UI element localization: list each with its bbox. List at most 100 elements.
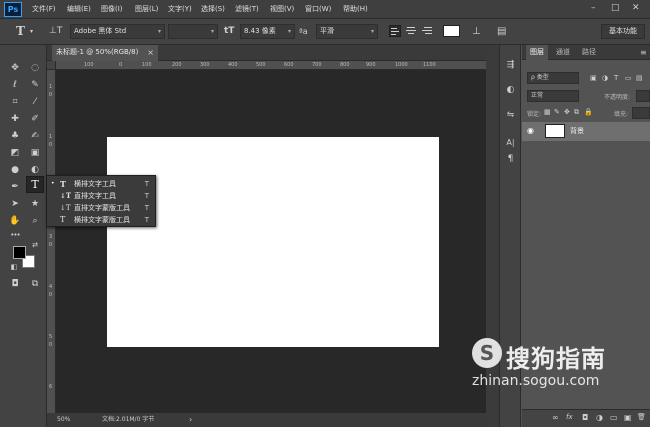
menu-image[interactable]: 图像(I) [101, 4, 123, 14]
default-colors-icon[interactable]: ◧ [9, 263, 19, 271]
marquee-tool-icon[interactable]: ◌ [27, 61, 43, 75]
menu-file[interactable]: 文件(F) [32, 4, 56, 14]
link-layers-icon[interactable]: ∞ [552, 413, 559, 422]
panel-menu-icon[interactable]: ≡ [640, 45, 647, 60]
font-family-select[interactable]: Adobe 黑体 Std ▾ [70, 24, 165, 39]
menu-select[interactable]: 选择(S) [201, 4, 225, 14]
lock-transparent-icon[interactable]: ▦ [544, 108, 551, 116]
trash-icon[interactable]: 🗑 [637, 413, 646, 421]
lock-all-icon[interactable]: 🔒 [584, 108, 593, 116]
layer-filter-select[interactable]: ρ 类型 [527, 72, 579, 84]
blur-tool-icon[interactable]: ● [7, 163, 23, 177]
tab-channels[interactable]: 通道 [556, 45, 570, 60]
pen-tool-icon[interactable]: ✒ [7, 180, 23, 194]
history-panel-icon[interactable]: ⇶ [503, 58, 518, 72]
adjustments-panel-icon[interactable]: ◐ [503, 83, 518, 97]
zoom-level[interactable]: 50% [57, 413, 70, 427]
quick-mask-icon[interactable]: ◘ [7, 277, 23, 291]
layer-style-icon[interactable]: fx [566, 413, 573, 421]
menu-filter[interactable]: 滤镜(T) [235, 4, 259, 14]
font-style-select[interactable]: ▾ [168, 24, 218, 39]
close-icon[interactable]: × [147, 45, 154, 60]
chevron-down-icon[interactable]: ▾ [30, 24, 33, 39]
lock-artboard-icon[interactable]: ⧉ [574, 108, 579, 117]
filter-pixel-icon[interactable]: ▣ [590, 74, 597, 82]
edit-toolbar-icon[interactable]: ••• [7, 228, 23, 242]
close-window-button[interactable]: ✕ [632, 3, 640, 13]
minimize-button[interactable]: – [591, 3, 596, 13]
dodge-tool-icon[interactable]: ◐ [27, 163, 43, 177]
history-brush-tool-icon[interactable]: ✍ [27, 129, 43, 143]
filter-type-icon[interactable]: T [614, 74, 618, 82]
tab-layers[interactable]: 图层 [526, 45, 548, 60]
document-canvas[interactable] [107, 137, 439, 347]
text-color-swatch[interactable] [443, 25, 460, 37]
brush-tool-icon[interactable]: ✐ [27, 112, 43, 126]
character-panel-icon[interactable]: A| [503, 136, 518, 150]
layer-name[interactable]: 背景 [570, 126, 584, 136]
menu-view[interactable]: 视图(V) [270, 4, 294, 14]
align-right-button[interactable] [421, 25, 433, 37]
filter-smart-icon[interactable]: ▤ [636, 74, 643, 82]
horizontal-ruler[interactable]: 100 0 100 200 300 400 500 600 700 800 90… [56, 61, 486, 70]
document-tab[interactable]: 未标题-1 @ 50%(RGB/8) × [52, 45, 158, 61]
toolbox: ✥ ◌ ℓ ✎ ⌗ ⁄ ✚ ✐ ♣ ✍ ◩ ▣ ● ◐ ✒ T ➤ ★ ✋ ⌕ … [0, 45, 47, 427]
eye-icon[interactable]: ◉ [527, 126, 534, 135]
type-tool-icon[interactable]: T [26, 176, 44, 193]
move-tool-icon[interactable]: ✥ [7, 61, 23, 75]
clone-stamp-tool-icon[interactable]: ♣ [7, 129, 23, 143]
quick-select-tool-icon[interactable]: ✎ [27, 78, 43, 92]
flyout-item-vertical-type[interactable]: ↓T 直排文字工具 T [47, 190, 155, 202]
status-menu-arrow-icon[interactable]: › [189, 413, 192, 427]
flyout-item-horizontal-type[interactable]: • T 横排文字工具 T [47, 178, 155, 190]
properties-panel-icon[interactable]: ⇋ [503, 108, 518, 122]
ruler-tick: 1000 [395, 62, 408, 68]
blend-mode-select[interactable]: 正常 [527, 90, 579, 102]
pasteboard[interactable] [56, 70, 486, 413]
warp-text-icon[interactable]: ⊥ [472, 24, 481, 39]
maximize-button[interactable]: □ [611, 3, 620, 13]
paragraph-panel-icon[interactable]: ¶ [503, 152, 518, 166]
flyout-item-horizontal-type-mask[interactable]: T 横排文字蒙版工具 T [47, 214, 155, 226]
new-adjustment-icon[interactable]: ◑ [596, 413, 603, 422]
menu-layer[interactable]: 图层(L) [135, 4, 158, 14]
vertical-ruler[interactable]: 1 0 1 0 2 0 3 0 4 0 5 0 6 [47, 70, 56, 413]
workspace-select[interactable]: 基本功能 [601, 24, 645, 39]
menu-edit[interactable]: 编辑(E) [67, 4, 91, 14]
gradient-tool-icon[interactable]: ▣ [27, 146, 43, 160]
fill-input[interactable] [632, 107, 650, 119]
menu-help[interactable]: 帮助(H) [343, 4, 368, 14]
filter-shape-icon[interactable]: ▭ [625, 74, 632, 82]
character-panel-icon[interactable]: ▤ [497, 24, 506, 39]
menu-type[interactable]: 文字(Y) [168, 4, 192, 14]
align-left-button[interactable] [389, 25, 401, 37]
menu-window[interactable]: 窗口(W) [305, 4, 331, 14]
screen-mode-icon[interactable]: ⧉ [27, 277, 43, 291]
foreground-color-swatch[interactable] [13, 246, 26, 259]
align-center-button[interactable] [405, 25, 417, 37]
tab-paths[interactable]: 路径 [582, 45, 596, 60]
new-layer-icon[interactable]: ▣ [624, 413, 632, 422]
hand-tool-icon[interactable]: ✋ [7, 214, 23, 228]
opacity-input[interactable] [636, 90, 650, 102]
font-size-select[interactable]: 8.43 像素 ▾ [240, 24, 295, 39]
layer-row[interactable]: ◉ 背景 [522, 122, 650, 141]
crop-tool-icon[interactable]: ⌗ [7, 95, 23, 109]
text-orientation-icon[interactable]: ⊥T [49, 24, 62, 39]
add-mask-icon[interactable]: ◘ [582, 413, 588, 422]
eyedropper-tool-icon[interactable]: ⁄ [27, 95, 43, 109]
healing-brush-tool-icon[interactable]: ✚ [7, 112, 23, 126]
zoom-tool-icon[interactable]: ⌕ [27, 214, 43, 228]
new-group-icon[interactable]: ▭ [610, 413, 618, 422]
lock-position-icon[interactable]: ✥ [564, 108, 570, 116]
lock-image-icon[interactable]: ✎ [554, 108, 560, 116]
shape-tool-icon[interactable]: ★ [27, 197, 43, 211]
lasso-tool-icon[interactable]: ℓ [7, 78, 23, 92]
eraser-tool-icon[interactable]: ◩ [7, 146, 23, 160]
path-select-tool-icon[interactable]: ➤ [7, 197, 23, 211]
flyout-item-vertical-type-mask[interactable]: ↓T 直排文字蒙版工具 T [47, 202, 155, 214]
antialias-select[interactable]: 平滑 ▾ [316, 24, 378, 39]
filter-adjustment-icon[interactable]: ◑ [602, 74, 608, 82]
type-preset-icon[interactable]: T [16, 24, 25, 39]
swap-colors-icon[interactable]: ⇄ [30, 241, 40, 249]
